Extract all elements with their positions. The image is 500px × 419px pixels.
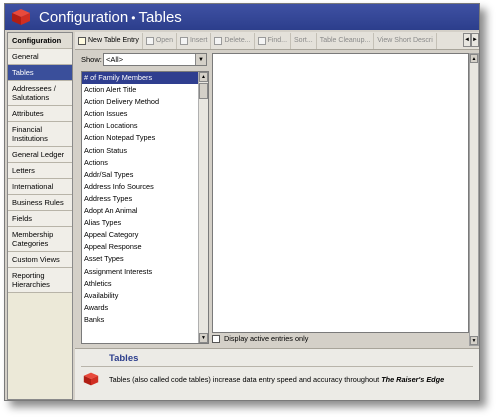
table-list-item[interactable]: Banks: [82, 314, 199, 326]
insert-label: Insert: [189, 37, 208, 44]
sort-button[interactable]: Sort...: [291, 32, 317, 49]
table-cleanup-label: Table Cleanup...: [319, 37, 371, 44]
title-separator: •: [131, 10, 136, 25]
scroll-thumb[interactable]: [199, 83, 208, 99]
title-part2: Tables: [138, 8, 182, 26]
info-panel: Tables Tables (also called code tables) …: [75, 348, 479, 400]
nav-item-tables[interactable]: Tables: [8, 65, 72, 81]
nav-item-financial-institutions[interactable]: Financial Institutions: [8, 122, 72, 147]
scroll-down-icon[interactable]: ▼: [470, 336, 478, 345]
table-entries-panel[interactable]: [212, 53, 469, 333]
info-text-prefix: Tables (also called code tables) increas…: [109, 375, 382, 384]
chevron-down-icon[interactable]: ▼: [195, 54, 206, 65]
table-list-item[interactable]: Asset Types: [82, 253, 199, 265]
new-entry-icon: [78, 36, 86, 45]
scroll-up-icon[interactable]: ▲: [199, 72, 208, 82]
table-list-item[interactable]: Athletics: [82, 278, 199, 290]
view-short-description-button[interactable]: View Short Descri: [374, 32, 437, 49]
scroll-up-icon[interactable]: ▲: [470, 54, 478, 63]
nav-item-letters[interactable]: Letters: [8, 163, 72, 179]
show-filter-value: <All>: [106, 55, 124, 64]
title-bar: Configuration • Tables: [5, 4, 479, 30]
entries-scrollbar[interactable]: ▲ ▼: [469, 53, 479, 346]
table-list-item[interactable]: Addr/Sal Types: [82, 169, 199, 181]
find-icon: [257, 36, 266, 45]
table-list-item[interactable]: Action Notepad Types: [82, 132, 199, 144]
nav-item-general-ledger[interactable]: General Ledger: [8, 147, 72, 163]
view-short-description-label: View Short Descri: [377, 37, 433, 44]
nav-item-fields[interactable]: Fields: [8, 211, 72, 227]
scroll-right-icon[interactable]: ►: [471, 33, 479, 47]
table-list-item[interactable]: Availability: [82, 290, 199, 302]
title-part1: Configuration: [39, 8, 129, 26]
nav-item-addressees-salutations[interactable]: Addressees / Salutations: [8, 81, 72, 106]
table-list-item[interactable]: Address Types: [82, 193, 199, 205]
active-entries-label: Display active entries only: [224, 334, 309, 343]
table-list-item[interactable]: Action Locations: [82, 120, 199, 132]
scroll-left-icon[interactable]: ◄: [463, 33, 471, 47]
info-description: Tables (also called code tables) increas…: [109, 375, 444, 384]
table-list-item[interactable]: Alias Types: [82, 217, 199, 229]
nav-header-configuration[interactable]: Configuration: [8, 33, 72, 49]
window-title: Configuration • Tables: [39, 9, 182, 26]
info-product-name: The Raiser's Edge: [381, 375, 445, 384]
toolbar-scroll: ◄ ►: [463, 33, 479, 47]
nav-item-reporting-hierarchies[interactable]: Reporting Hierarchies: [8, 268, 72, 293]
nav-item-general[interactable]: General: [8, 49, 72, 65]
nav-item-attributes[interactable]: Attributes: [8, 106, 72, 122]
nav-item-membership-categories[interactable]: Membership Categories: [8, 227, 72, 252]
active-entries-checkbox[interactable]: [212, 334, 220, 343]
show-label: Show:: [81, 55, 102, 64]
insert-button[interactable]: Insert: [177, 32, 212, 49]
open-icon: [145, 36, 154, 45]
table-list-item[interactable]: Action Status: [82, 145, 199, 157]
table-list-item[interactable]: Adopt An Animal: [82, 205, 199, 217]
new-table-entry-button[interactable]: New Table Entry: [75, 32, 143, 49]
tables-list[interactable]: # of Family Members Action Alert Title Act…: [81, 71, 209, 344]
sort-label: Sort...: [294, 37, 313, 44]
info-title: Tables: [109, 353, 139, 364]
insert-icon: [179, 36, 188, 45]
table-list-item[interactable]: Assignment Interests: [82, 266, 199, 278]
new-table-entry-label: New Table Entry: [88, 37, 139, 44]
red-cube-icon: [11, 8, 31, 26]
table-list-item[interactable]: Actions: [82, 157, 199, 169]
red-cube-icon: [83, 371, 99, 387]
main-window: Configuration • Tables Configuration Gener…: [4, 3, 480, 401]
delete-icon: [214, 36, 223, 45]
table-cleanup-button[interactable]: Table Cleanup...: [317, 32, 375, 49]
delete-label: Delete...: [224, 37, 251, 44]
screenshot-frame: Configuration • Tables Configuration Gener…: [0, 0, 500, 419]
table-list-item[interactable]: Address Info Sources: [82, 181, 199, 193]
table-list-item[interactable]: # of Family Members: [82, 72, 199, 85]
table-list-item[interactable]: Action Delivery Method: [82, 96, 199, 108]
table-list-item[interactable]: Appeal Category: [82, 229, 199, 241]
table-list-item[interactable]: Appeal Response: [82, 241, 199, 253]
table-list-item[interactable]: Action Alert Title: [82, 84, 199, 96]
tables-list-scrollbar[interactable]: ▲ ▼: [198, 72, 208, 343]
find-label: Find...: [267, 37, 288, 44]
info-divider: [81, 366, 473, 367]
tables-list-items: # of Family Members Action Alert Title Act…: [82, 72, 199, 326]
open-label: Open: [155, 37, 173, 44]
find-button[interactable]: Find...: [255, 32, 292, 49]
toolbar: New Table Entry Open Insert Delete... Fi…: [75, 32, 479, 50]
nav-item-business-rules[interactable]: Business Rules: [8, 195, 72, 211]
delete-button[interactable]: Delete...: [211, 32, 255, 49]
open-button[interactable]: Open: [143, 32, 177, 49]
left-navigation: Configuration General Tables Addressees …: [7, 32, 73, 400]
active-entries-row: Display active entries only: [212, 334, 308, 343]
table-list-item[interactable]: Action Issues: [82, 108, 199, 120]
nav-item-international[interactable]: International: [8, 179, 72, 195]
table-list-item[interactable]: Awards: [82, 302, 199, 314]
show-filter-dropdown[interactable]: <All> ▼: [103, 53, 207, 66]
scroll-down-icon[interactable]: ▼: [199, 333, 208, 343]
nav-item-custom-views[interactable]: Custom Views: [8, 252, 72, 268]
